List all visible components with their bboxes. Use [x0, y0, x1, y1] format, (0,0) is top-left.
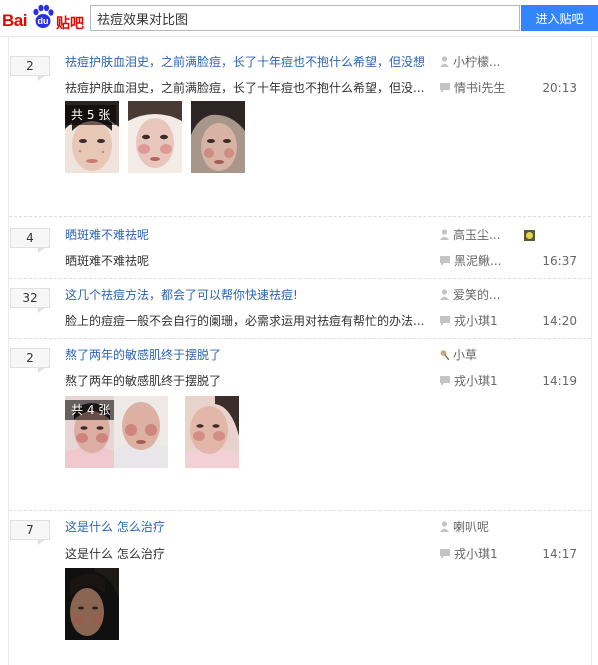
thread-title[interactable]: 熬了两年的敏感肌终于摆脱了 [65, 347, 435, 363]
baidu-tieba-logo[interactable]: Bai du 贴吧 [2, 4, 86, 32]
user-icon [440, 289, 449, 300]
comment-icon [440, 256, 450, 266]
thread-divider [9, 510, 591, 511]
face-photo [185, 396, 239, 468]
left-frame-border [8, 36, 9, 665]
reply-count: 32 [10, 288, 50, 313]
thread-divider [9, 216, 591, 217]
reply-count: 4 [10, 228, 50, 253]
author-name: 爱笑的... [453, 288, 501, 302]
last-replier-name: 戎小琪1 [454, 547, 498, 561]
face-photo [65, 568, 119, 640]
user-icon [440, 229, 449, 240]
logo-text-tieba: 贴吧 [56, 16, 84, 32]
thread-title[interactable]: 这是什么 怎么治疗 [65, 519, 435, 535]
thread-divider [9, 338, 591, 339]
thread-author[interactable]: 小草 [440, 347, 532, 363]
thread-image[interactable] [128, 101, 182, 173]
author-name: 小柠檬... [453, 55, 501, 69]
thread-title[interactable]: 晒斑难不难祛呢 [65, 227, 435, 243]
comment-icon [440, 376, 450, 386]
image-count-badge: 共 5 张 [65, 105, 117, 125]
last-replier[interactable]: 戎小琪1 [440, 313, 530, 329]
face-photo [114, 396, 168, 468]
thread-abstract: 这是什么 怎么治疗 [65, 547, 165, 561]
reply-time: 14:17 [542, 547, 577, 561]
face-photo [191, 101, 245, 173]
user-icon [440, 521, 449, 532]
image-count-badge: 共 4 张 [65, 400, 117, 420]
search-input[interactable] [91, 6, 523, 30]
thread-abstract: 晒斑难不难祛呢 [65, 254, 150, 268]
reply-count: 2 [10, 348, 50, 373]
reply-count: 2 [10, 56, 50, 81]
thread-author[interactable]: 高玉尘... [440, 227, 532, 243]
search-box[interactable] [90, 5, 523, 31]
reply-time: 16:37 [542, 254, 577, 268]
last-replier-name: 戎小琪1 [454, 314, 498, 328]
thread-title[interactable]: 祛痘护肤血泪史，之前满脸痘，长了十年痘也不抱什么希望，但没想 [65, 54, 435, 70]
author-name: 小草 [453, 348, 478, 362]
last-replier[interactable]: 情书i先生 [440, 80, 530, 96]
thread-image[interactable] [191, 101, 245, 173]
last-replier[interactable]: 黑泥鳅... [440, 253, 530, 269]
thread-divider [9, 278, 591, 279]
leaf-user-icon [440, 350, 449, 360]
last-replier-name: 黑泥鳅... [454, 254, 502, 268]
last-replier[interactable]: 戎小琪1 [440, 373, 530, 389]
user-icon [440, 56, 449, 67]
svg-text:du: du [38, 16, 49, 26]
baidu-paw-icon: du [33, 4, 54, 28]
member-badge-icon [524, 230, 535, 241]
thread-abstract: 脸上的痘痘一般不会自行的阑珊，必需求运用对祛痘有帮忙的办法... [65, 314, 425, 328]
last-replier-name: 戎小琪1 [454, 374, 498, 388]
thread-image[interactable]: 共 5 张 [65, 101, 119, 173]
last-replier[interactable]: 戎小琪1 [440, 546, 530, 562]
enter-forum-button[interactable]: 进入贴吧 [521, 5, 598, 31]
right-frame-border [591, 36, 592, 665]
header-divider [0, 36, 598, 37]
reply-time: 14:20 [542, 314, 577, 328]
comment-icon [440, 549, 450, 559]
thread-title[interactable]: 这几个祛痘方法，都会了可以帮你快速祛痘! [65, 287, 435, 303]
thread-image[interactable] [185, 396, 239, 468]
thread-author[interactable]: 爱笑的... [440, 287, 532, 303]
reply-time: 20:13 [542, 81, 577, 95]
author-name: 高玉尘... [453, 228, 501, 242]
thread-abstract: 祛痘护肤血泪史，之前满脸痘，长了十年痘也不抱什么希望，但没... [65, 81, 425, 95]
logo-text-bai: Bai [2, 11, 27, 30]
thread-author[interactable]: 小柠檬... [440, 54, 532, 70]
thread-image[interactable] [65, 568, 119, 640]
comment-icon [440, 83, 450, 93]
header: Bai du 贴吧 进入贴吧 [0, 0, 598, 36]
reply-count: 7 [10, 520, 50, 545]
author-name: 喇叭呢 [453, 520, 490, 534]
face-photo [128, 101, 182, 173]
reply-time: 14:19 [542, 374, 577, 388]
thread-image[interactable]: 共 4 张 [65, 396, 119, 468]
thread-abstract: 熬了两年的敏感肌终于摆脱了 [65, 374, 222, 388]
thread-author[interactable]: 喇叭呢 [440, 519, 532, 535]
thread-image[interactable] [114, 396, 168, 468]
last-replier-name: 情书i先生 [454, 81, 506, 95]
comment-icon [440, 316, 450, 326]
